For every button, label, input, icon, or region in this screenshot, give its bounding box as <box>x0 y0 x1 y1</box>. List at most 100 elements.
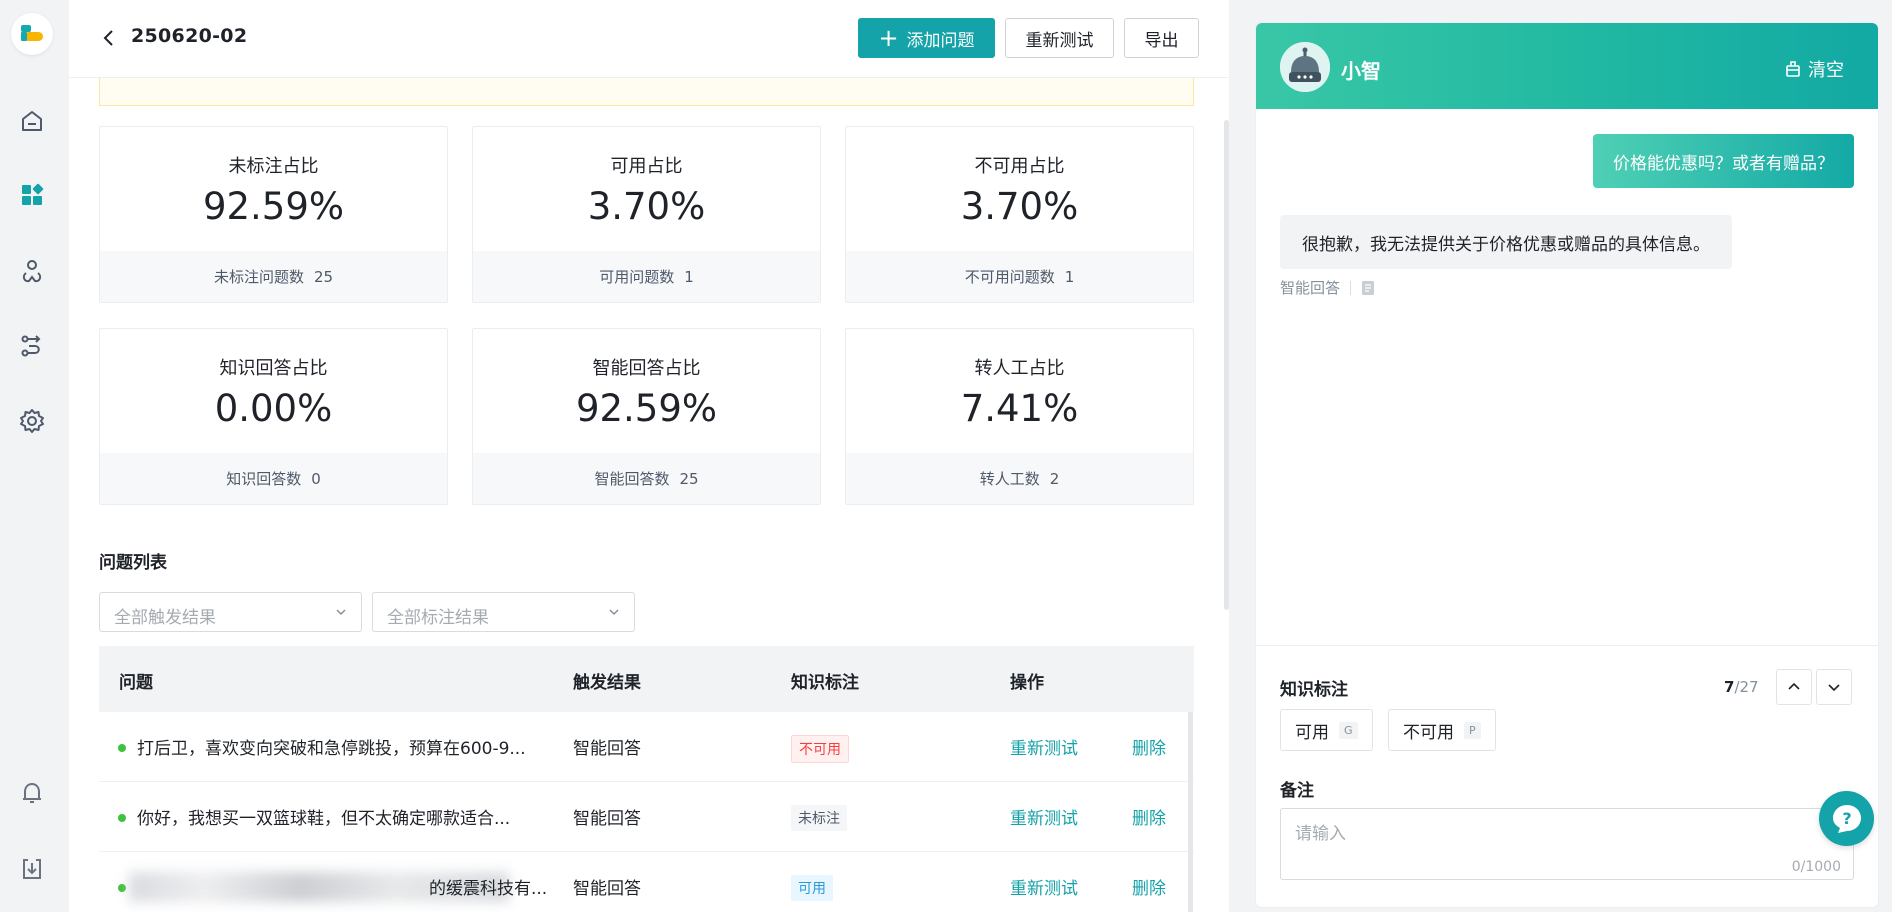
table-header: 问题 触发结果 知识标注 操作 <box>99 646 1194 712</box>
settings-icon[interactable] <box>19 408 45 434</box>
col-question: 问题 <box>119 673 153 693</box>
user-message: 价格能优惠吗？或者有赠品？ <box>1593 134 1854 188</box>
option-label: 不可用 <box>1403 722 1454 743</box>
stat-label: 不可用占比 <box>974 156 1065 177</box>
retest-link[interactable]: 重新测试 <box>1010 804 1078 829</box>
shortcut-key: P <box>1464 721 1481 739</box>
stat-footer: 不可用问题数 1 <box>846 251 1193 302</box>
col-actions: 操作 <box>1010 673 1044 693</box>
chevron-down-icon <box>1828 684 1840 692</box>
stat-value: 3.70% <box>587 185 706 228</box>
stat-label: 知识回答占比 <box>219 358 328 379</box>
counter-current: 7 <box>1724 678 1735 696</box>
mark-unusable-button[interactable]: 不可用 P <box>1388 709 1496 751</box>
divider <box>1256 645 1878 646</box>
remark-textarea[interactable]: 请输入 0/1000 <box>1280 808 1854 880</box>
stat-footer: 转人工数 2 <box>846 453 1193 504</box>
stat-footer: 可用问题数 1 <box>473 251 820 302</box>
stat-foot-label: 不可用问题数 <box>964 268 1055 286</box>
clear-label: 清空 <box>1808 60 1844 81</box>
prev-button[interactable] <box>1776 669 1812 705</box>
download-icon[interactable] <box>19 856 45 882</box>
broom-icon <box>1786 61 1800 77</box>
stat-label: 未标注占比 <box>228 156 319 177</box>
add-question-button[interactable]: + 添加问题 <box>858 18 995 58</box>
robot-avatar-icon <box>1280 42 1330 92</box>
option-label: 可用 <box>1295 722 1329 743</box>
add-question-label: 添加问题 <box>906 30 975 51</box>
help-button[interactable]: ? <box>1819 791 1874 846</box>
stat-label: 智能回答占比 <box>592 358 701 379</box>
stat-foot-value: 1 <box>684 267 694 286</box>
page-title: 250620-02 <box>131 25 248 47</box>
main-panel: 250620-02 + 添加问题 重新测试 导出 未标注占比 92.59% 未标… <box>69 0 1229 912</box>
chevron-down-icon <box>336 609 346 616</box>
stat-label: 可用占比 <box>610 156 683 177</box>
clear-button[interactable]: 清空 <box>1784 56 1844 82</box>
dashboard-icon[interactable] <box>19 182 45 208</box>
stat-card-unlabeled: 未标注占比 92.59% 未标注问题数 25 <box>99 126 448 303</box>
section-title: 问题列表 <box>99 553 167 573</box>
status-badge: 未标注 <box>791 805 847 831</box>
question-text: 的缓震科技有... <box>429 879 548 899</box>
next-button[interactable] <box>1816 669 1852 705</box>
page-scrollbar[interactable] <box>1224 120 1229 610</box>
bell-icon[interactable] <box>19 780 45 806</box>
notice-banner <box>99 78 1194 106</box>
stat-card-usable: 可用占比 3.70% 可用问题数 1 <box>472 126 821 303</box>
bot-name: 小智 <box>1341 59 1381 83</box>
knowledge-icon[interactable] <box>19 258 45 284</box>
table-row[interactable]: 打后卫，喜欢变向突破和急停跳投，预算在600-9... 智能回答 不可用 重新测… <box>99 712 1194 782</box>
trigger-filter-select[interactable]: 全部触发结果 <box>99 592 362 632</box>
table-row[interactable]: 的缓震科技有... 智能回答 可用 重新测试 删除 <box>99 852 1194 912</box>
plus-icon: + <box>878 24 899 52</box>
delete-link[interactable]: 删除 <box>1132 804 1166 829</box>
bot-message: 很抱歉，我无法提供关于价格优惠或赠品的具体信息。 <box>1280 215 1732 269</box>
back-icon[interactable] <box>99 26 119 50</box>
stat-foot-label: 未标注问题数 <box>213 268 304 286</box>
stat-value: 92.59% <box>202 185 345 228</box>
char-counter: 0/1000 <box>1791 859 1841 875</box>
bot-message-meta: 智能回答 <box>1280 277 1375 298</box>
col-trigger: 触发结果 <box>573 673 641 693</box>
flow-icon[interactable] <box>19 333 45 359</box>
home-icon[interactable] <box>19 108 45 134</box>
retest-all-button[interactable]: 重新测试 <box>1005 18 1114 58</box>
stat-label: 转人工占比 <box>974 358 1065 379</box>
table-row[interactable]: 你好，我想买一双篮球鞋，但不太确定哪款适合... 智能回答 未标注 重新测试 删… <box>99 782 1194 852</box>
status-dot <box>118 744 126 752</box>
stat-value: 0.00% <box>214 387 333 430</box>
retest-link[interactable]: 重新测试 <box>1010 874 1078 899</box>
stat-foot-value: 1 <box>1064 267 1075 286</box>
app-logo[interactable] <box>11 13 53 55</box>
status-dot <box>118 814 126 822</box>
stat-foot-label: 可用问题数 <box>599 268 675 286</box>
export-button[interactable]: 导出 <box>1124 18 1199 58</box>
nav-rail <box>0 0 69 912</box>
stat-card-unusable: 不可用占比 3.70% 不可用问题数 1 <box>845 126 1194 303</box>
stat-card-knowledge: 知识回答占比 0.00% 知识回答数 0 <box>99 328 448 505</box>
trigger-text: 智能回答 <box>573 739 641 759</box>
col-knowledge-label: 知识标注 <box>791 673 859 693</box>
delete-link[interactable]: 删除 <box>1132 734 1166 759</box>
counter-total: /27 <box>1734 678 1759 696</box>
table-scrollbar[interactable] <box>1188 712 1193 912</box>
svg-text:?: ? <box>1842 809 1851 828</box>
delete-link[interactable]: 删除 <box>1132 874 1166 899</box>
remark-placeholder: 请输入 <box>1295 824 1346 844</box>
retest-link[interactable]: 重新测试 <box>1010 734 1078 759</box>
stat-foot-value: 2 <box>1049 469 1060 488</box>
label-filter-select[interactable]: 全部标注结果 <box>372 592 635 632</box>
chevron-up-icon <box>1788 682 1800 690</box>
question-text: 打后卫，喜欢变向突破和急停跳投，预算在600-9... <box>137 739 526 759</box>
shortcut-key: G <box>1339 721 1358 739</box>
document-icon[interactable] <box>1361 280 1375 296</box>
question-text: 你好，我想买一双篮球鞋，但不太确定哪款适合... <box>137 809 511 829</box>
stat-footer: 未标注问题数 25 <box>100 251 447 302</box>
knowledge-label-title: 知识标注 <box>1280 680 1348 700</box>
mark-usable-button[interactable]: 可用 G <box>1280 709 1373 751</box>
stat-footer: 智能回答数 25 <box>473 453 820 504</box>
stat-foot-label: 知识回答数 <box>226 470 302 488</box>
filter-placeholder: 全部标注结果 <box>387 608 489 628</box>
stat-foot-label: 智能回答数 <box>594 470 670 488</box>
